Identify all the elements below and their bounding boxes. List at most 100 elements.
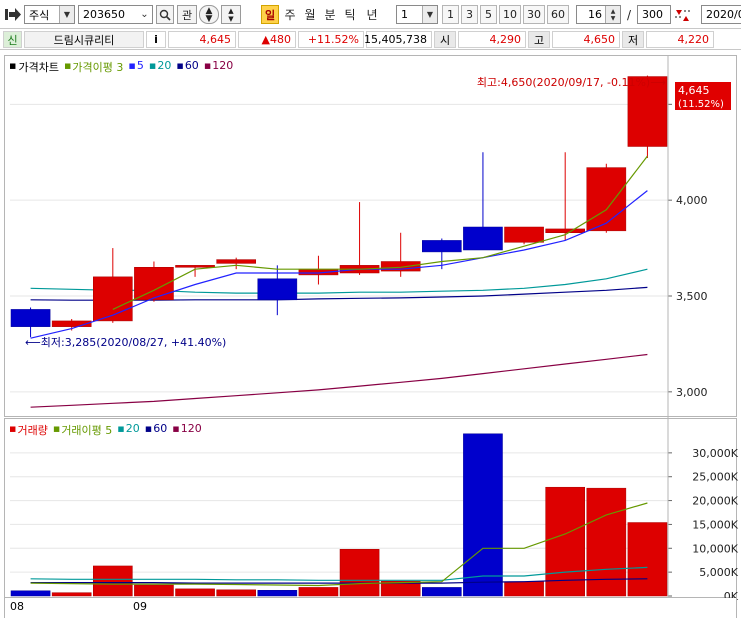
- legend-marker-icon: ▪: [203, 59, 212, 72]
- interval-preset-60[interactable]: 60: [547, 5, 569, 24]
- date-input[interactable]: 2020/0: [701, 5, 741, 24]
- legend-item[interactable]: 20: [126, 422, 140, 438]
- stepper-arrows-icon[interactable]: ▲ ▼: [605, 6, 620, 23]
- price-change-text: ▲480: [261, 33, 291, 46]
- candle-down: [10, 309, 51, 327]
- low-label-text: 저: [627, 33, 639, 47]
- interval-preset-5[interactable]: 5: [480, 5, 497, 24]
- interval-select[interactable]: 1 ▼: [396, 5, 438, 24]
- market-type-select[interactable]: 주식 ▼: [24, 5, 75, 24]
- legend-marker-icon: ▪: [148, 59, 157, 72]
- info-button[interactable]: i: [146, 31, 166, 48]
- preset-label: 30: [527, 8, 541, 21]
- volume-bar-down: [257, 590, 298, 597]
- price-tick-label: 3,500: [676, 290, 708, 303]
- legend-item[interactable]: 60: [153, 422, 167, 438]
- legend-item[interactable]: 5: [137, 59, 144, 75]
- legend-item[interactable]: 120: [181, 422, 202, 438]
- total-count-field[interactable]: 300: [637, 5, 671, 24]
- volume-tick-label: 5,000K: [699, 566, 738, 579]
- period-tick-tab[interactable]: 틱: [341, 5, 359, 24]
- legend-item[interactable]: 가격차트: [18, 59, 58, 75]
- interval-preset-10[interactable]: 10: [499, 5, 521, 24]
- volume-tick-label: 10,000K: [692, 542, 738, 555]
- period-month-tab[interactable]: 월: [301, 5, 319, 24]
- stock-stepper[interactable]: ▲ ▼: [221, 5, 241, 24]
- candle-down: [257, 278, 298, 301]
- interval-preset-3[interactable]: 3: [461, 5, 478, 24]
- open-label: 시: [434, 31, 456, 48]
- period-week-tab[interactable]: 주: [281, 5, 299, 24]
- legend-item[interactable]: 거래량: [17, 422, 47, 438]
- price-legend: ▪ 가격차트 ▪ 가격이평 3 ▪ 5 ▪ 20 ▪ 60 ▪ 120: [9, 59, 238, 75]
- preset-label: 60: [551, 8, 565, 21]
- high-price-text: 4,650: [583, 33, 616, 46]
- stock-code-value: 203650: [83, 8, 125, 21]
- low-label: 저: [622, 31, 644, 48]
- caret-up-icon[interactable]: ▲: [228, 7, 233, 15]
- volume-bar-up: [216, 589, 256, 597]
- chevron-down-icon[interactable]: ▼: [59, 6, 74, 23]
- trade-volume-text: 15,405,738: [364, 33, 427, 46]
- legend-item[interactable]: 거래이평 5: [61, 422, 112, 438]
- period-year-tab[interactable]: 년: [361, 5, 383, 24]
- legend-marker-icon: ▪: [128, 59, 136, 72]
- credit-badge-text: 신: [7, 33, 18, 47]
- open-price: 4,290: [458, 31, 526, 48]
- current-price-text: 4,645: [199, 33, 232, 46]
- period-day-tab[interactable]: 일: [261, 5, 279, 24]
- interval-preset-1[interactable]: 1: [442, 5, 459, 24]
- stock-name-text: 드림시큐리티: [53, 33, 115, 47]
- credit-badge: 신: [3, 31, 22, 48]
- price-change: ▲480: [238, 31, 296, 48]
- price-chart-panel[interactable]: 4,5004,0003,5003,000최고:4,650(2020/09/17,…: [4, 55, 738, 418]
- legend-marker-icon: ▪: [52, 422, 61, 435]
- arrow-right-icon[interactable]: [5, 7, 22, 22]
- volume-chart[interactable]: 30,000K 25,000K 20,000K 15,000K 10,000K 5,000…: [5, 419, 739, 603]
- chevron-down-icon[interactable]: ⌄: [137, 6, 152, 23]
- period-minute-tab[interactable]: 분: [321, 5, 339, 24]
- volume-bar-up: [175, 588, 215, 597]
- count-separator: /: [623, 5, 635, 24]
- change-rate: +11.52%: [298, 31, 364, 48]
- up-down-icon: ▲ ▼: [205, 5, 213, 24]
- display-count-stepper[interactable]: 16 ▲ ▼: [576, 5, 621, 24]
- search-icon: [159, 9, 171, 21]
- display-count-value: 16: [588, 8, 602, 21]
- volume-tick-label: 15,000K: [692, 518, 738, 531]
- toggle-button[interactable]: ▲ ▼: [199, 5, 219, 24]
- volume-tick-label: 30,000K: [692, 447, 738, 460]
- candle-up: [586, 167, 627, 232]
- preset-label: 1: [447, 8, 454, 21]
- apply-count-icon[interactable]: [674, 6, 691, 25]
- search-button[interactable]: [156, 5, 174, 24]
- low-price: 4,220: [646, 31, 714, 48]
- legend-item[interactable]: 가격이평 3: [72, 59, 123, 75]
- interval-preset-30[interactable]: 30: [523, 5, 545, 24]
- preset-label: 10: [503, 8, 517, 21]
- current-rate-tag-value: (11.52%): [678, 99, 724, 110]
- legend-item[interactable]: 20: [157, 59, 171, 75]
- legend-item[interactable]: 60: [185, 59, 199, 75]
- volume-bar-down: [422, 587, 462, 597]
- preset-label: 5: [485, 8, 492, 21]
- legend-item[interactable]: 120: [212, 59, 233, 75]
- volume-bar-up: [134, 584, 174, 597]
- volume-bar-down: [463, 433, 503, 597]
- candle-up: [504, 226, 544, 243]
- stock-code-input[interactable]: 203650 ⌄: [78, 5, 153, 24]
- chevron-down-icon[interactable]: ▼: [422, 6, 437, 23]
- volume-bar-up: [627, 522, 668, 597]
- high-label-text: 고: [533, 33, 545, 47]
- change-rate-text: +11.52%: [307, 33, 359, 46]
- volume-chart-panel[interactable]: 30,000K 25,000K 20,000K 15,000K 10,000K 5,000…: [4, 418, 739, 603]
- legend-marker-icon: ▪: [172, 422, 180, 435]
- candle-up: [175, 265, 215, 268]
- volume-bar-up: [339, 548, 380, 597]
- interest-button[interactable]: 관: [177, 5, 197, 24]
- date-axis: 08 09: [4, 598, 737, 618]
- volume-tick-label: 25,000K: [692, 471, 738, 484]
- price-chart[interactable]: 4,5004,0003,5003,000최고:4,650(2020/09/17,…: [5, 56, 738, 418]
- period-label: 분: [324, 8, 336, 22]
- caret-down-icon[interactable]: ▼: [228, 15, 233, 23]
